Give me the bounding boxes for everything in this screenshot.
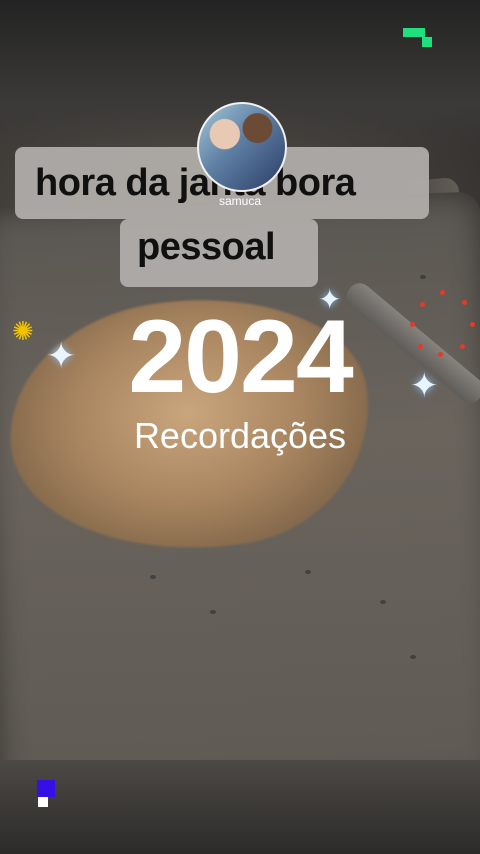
firework-dot <box>470 322 475 327</box>
tray-spot <box>305 570 311 574</box>
background-bottom <box>0 760 480 854</box>
tray-spot <box>210 610 216 614</box>
firework-dot <box>420 302 425 307</box>
firework-dot <box>410 322 415 327</box>
caption-line-2: pessoal <box>137 226 276 268</box>
firework-dot <box>462 300 467 305</box>
pixel-decoration-blue <box>37 780 55 797</box>
firework-dot <box>460 344 465 349</box>
pixel-decoration-white <box>38 797 48 807</box>
sparkle-icon: ✦ <box>410 367 439 405</box>
sparkle-icon: ✦ <box>46 335 77 376</box>
profile-name[interactable]: samuca <box>214 194 266 208</box>
tray-spot <box>150 575 156 579</box>
year-title: 2024 <box>128 299 353 415</box>
firework-icon <box>410 290 478 360</box>
firework-dot <box>440 290 445 295</box>
pixel-decoration-green <box>422 37 432 47</box>
firework-dot <box>438 352 443 357</box>
caption-line-1: hora da janta bora <box>35 162 356 204</box>
profile-avatar[interactable] <box>197 102 287 192</box>
memories-subtitle: Recordações <box>133 415 347 456</box>
tray-spot <box>420 275 426 279</box>
pixel-decoration-green <box>403 28 425 37</box>
tray-spot <box>380 600 386 604</box>
story-view[interactable]: hora da janta bora pessoal samuca ✺ ✦ ✦ … <box>0 0 480 854</box>
sun-sticker-icon: ✺ <box>12 316 34 346</box>
firework-dot <box>418 344 423 349</box>
tray-spot <box>410 655 416 659</box>
